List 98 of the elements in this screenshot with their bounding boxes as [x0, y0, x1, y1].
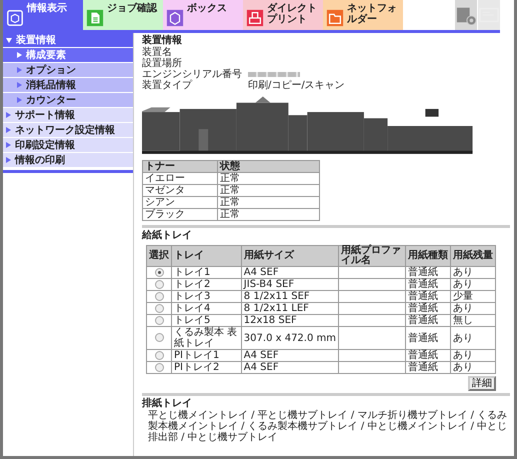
table-cell: 普通紙	[408, 315, 438, 326]
column-header: トナー	[142, 160, 218, 172]
column-header: トレイ	[172, 246, 242, 266]
table-cell: トレイ3	[174, 291, 210, 302]
table-cell: あり	[453, 350, 473, 361]
section-title: 給紙トレイ	[142, 230, 193, 242]
radio-button[interactable]	[154, 350, 164, 360]
table-cell: シアン	[142, 196, 218, 208]
nav-tab[interactable]: ダイレクトプリント	[243, 0, 323, 30]
table-cell: 正常	[218, 184, 320, 196]
field-label: エンジンシリアル番号	[142, 69, 242, 80]
box-icon	[166, 9, 184, 27]
collapsed-icon	[6, 112, 11, 118]
radio-button[interactable]	[154, 362, 164, 372]
section-title: 排紙トレイ	[142, 398, 193, 410]
table-cell: あり	[453, 267, 473, 278]
table-cell: 正常	[218, 172, 320, 184]
detail-button[interactable]: 詳細	[468, 376, 496, 391]
table-cell: 正常	[218, 196, 320, 208]
arrow-icon	[17, 67, 22, 73]
table-cell: 307.0 x 472.0 mm	[244, 332, 336, 344]
table-cell: 12x18 SEF	[244, 315, 297, 326]
section-title: 装置情報	[142, 35, 183, 46]
document-icon	[86, 9, 104, 27]
field-label: 設置場所	[142, 58, 183, 69]
table-cell: くるみ製本 表紙トレイ	[174, 327, 238, 349]
column-header: 用紙種類	[406, 246, 450, 266]
field-label: 装置タイプ	[142, 80, 194, 91]
table-cell: 普通紙	[408, 362, 438, 373]
nav-tab[interactable]: ボックス	[163, 0, 243, 30]
sidebar-item[interactable]: サポート情報	[3, 108, 133, 123]
arrow-icon	[17, 97, 22, 103]
table-cell: トレイ4	[174, 303, 210, 314]
cube-icon	[6, 9, 24, 27]
table-cell: 正常	[218, 208, 320, 220]
column-header: 用紙サイズ	[241, 246, 338, 266]
column-header: 選択	[146, 246, 172, 266]
radio-button[interactable]	[154, 280, 164, 289]
collapsed-icon	[6, 157, 11, 163]
table-cell: A4 SEF	[244, 350, 279, 361]
sidebar-subitem[interactable]: オプション	[3, 63, 133, 78]
sidebar-item[interactable]: ネットワーク設定情報	[3, 123, 133, 138]
radio-button[interactable]	[154, 292, 164, 301]
table-cell: マゼンタ	[142, 184, 218, 196]
table-cell: あり	[453, 303, 473, 314]
table-cell: PIトレイ1	[174, 350, 220, 361]
table-cell: トレイ5	[174, 315, 210, 326]
table-cell: 少量	[453, 291, 473, 302]
folder-icon	[326, 9, 344, 27]
table-cell: 普通紙	[408, 267, 438, 278]
panel-icon	[478, 5, 500, 25]
table-cell: A4 SEF	[244, 362, 279, 373]
table-cell: 普通紙	[408, 332, 438, 344]
table-cell: A4 SEF	[244, 267, 279, 278]
table-cell: 普通紙	[408, 279, 438, 290]
printer-icon	[246, 9, 264, 27]
gear-box-icon	[455, 5, 477, 25]
radio-button[interactable]	[154, 316, 164, 325]
field-label: 装置名	[142, 47, 172, 58]
collapsed-icon	[6, 127, 11, 133]
settings-button[interactable]	[455, 0, 477, 30]
column-header: 状態	[218, 160, 320, 172]
table-cell: JIS-B4 SEF	[244, 279, 294, 290]
expanded-icon	[6, 38, 12, 42]
redacted-value	[248, 72, 300, 77]
nav-tab[interactable]: ネットフォルダー	[323, 0, 403, 30]
table-cell: トレイ1	[174, 267, 210, 278]
table-cell: あり	[453, 279, 473, 290]
collapsed-icon	[6, 142, 11, 148]
sidebar-item[interactable]: 装置情報	[3, 33, 133, 48]
column-header: 用紙残量	[450, 246, 496, 266]
table-cell: 普通紙	[408, 291, 438, 302]
table-cell: 普通紙	[408, 303, 438, 314]
table-cell: 8 1/2x11 LEF	[244, 303, 309, 314]
table-cell: PIトレイ2	[174, 362, 220, 373]
sidebar-subitem[interactable]: 消耗品情報	[3, 78, 133, 93]
table-cell: あり	[453, 332, 473, 344]
column-header: 用紙プロファイル名	[338, 246, 406, 266]
table-cell: 8 1/2x11 SEF	[244, 291, 310, 302]
output-tray-list: 平とじ機メイントレイ / 平とじ機サブトレイ / マルチ折り機サブトレイ / くるみ製本機メイントレイ / くるみ製本機サブトレイ / 中とじ機メイントレイ / 中とじ排出部 / 中とじ機サブトレイ	[148, 410, 510, 443]
radio-button[interactable]	[154, 333, 164, 342]
table-cell: 無し	[453, 315, 473, 326]
nav-tab[interactable]: ジョブ確認	[83, 0, 163, 30]
table-cell: ブラック	[142, 208, 218, 220]
arrow-icon	[17, 52, 22, 58]
radio-button[interactable]	[154, 304, 164, 313]
field-value: 印刷/コピー/スキャン	[248, 80, 345, 91]
table-cell: あり	[453, 362, 473, 373]
table-cell: トレイ2	[174, 279, 210, 290]
sidebar-item[interactable]: 情報の印刷	[3, 153, 133, 168]
table-cell: 普通紙	[408, 350, 438, 361]
nav-tab[interactable]: 情報表示	[3, 0, 83, 30]
sidebar-subitem[interactable]: 構成要素	[3, 48, 133, 63]
sidebar-subitem[interactable]: カウンター	[3, 93, 133, 108]
table-cell: イエロー	[142, 172, 218, 184]
radio-button[interactable]	[154, 268, 164, 277]
arrow-icon	[17, 82, 22, 88]
sidebar-item[interactable]: 印刷設定情報	[3, 138, 133, 153]
